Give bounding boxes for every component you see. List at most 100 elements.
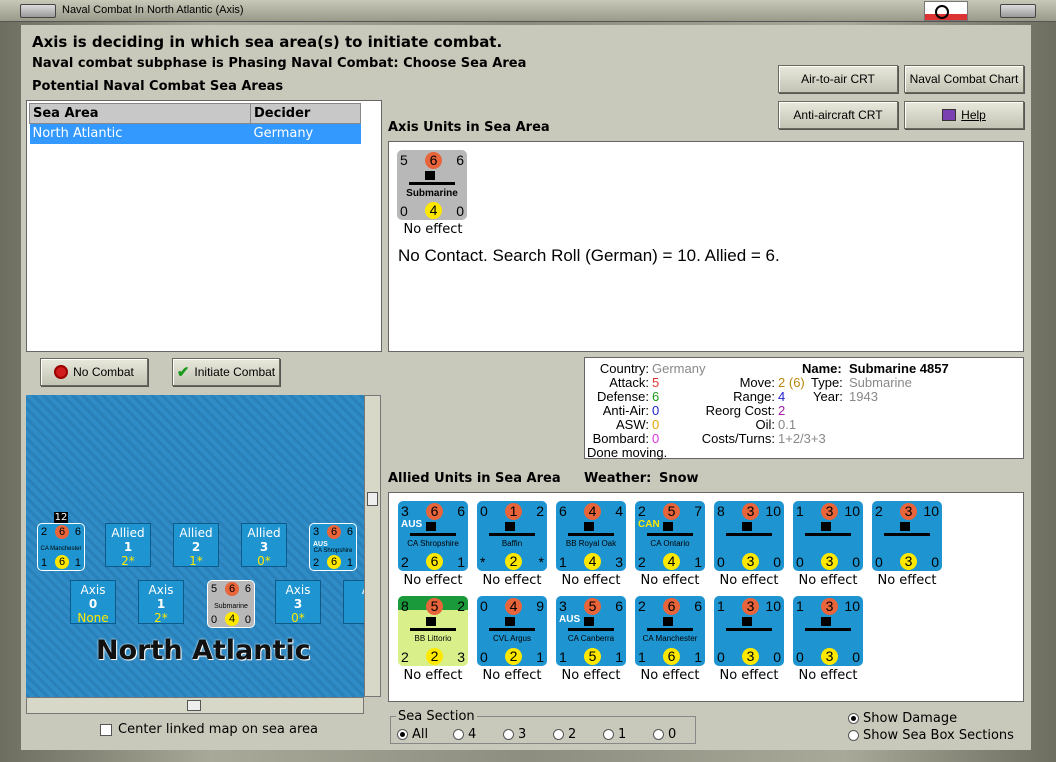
counter-aa: 2 [313, 557, 320, 569]
counter-range: 6 [694, 598, 702, 614]
air-to-air-crt-button[interactable]: Air-to-air CRT [778, 65, 898, 93]
submarine-icon [409, 171, 455, 185]
sea-area-header[interactable]: Sea Area [29, 103, 251, 124]
counter-name: Submarine [406, 188, 458, 199]
allied-box-3[interactable]: Allied 3 0* [241, 523, 287, 568]
counter-asw: 1 [694, 554, 702, 570]
window-menu-button[interactable] [20, 4, 56, 18]
counter-defense: 4 [584, 503, 601, 520]
allied-unit-counter[interactable]: 2 6 6 1 6 1 CA Manchester [635, 596, 705, 666]
naval-combat-chart-button[interactable]: Naval Combat Chart [904, 65, 1024, 93]
map-unit-shropshire[interactable]: 3 6 6 AUS CA Shropshire 2 6 1 [309, 523, 357, 571]
map-horizontal-scrollbar[interactable] [26, 697, 364, 714]
country-value: Germany [652, 361, 706, 376]
counter-range: 6 [456, 152, 464, 168]
sea-section-option[interactable]: 3 [503, 727, 553, 742]
scroll-thumb[interactable] [187, 700, 201, 711]
sea-area-list[interactable]: Sea Area Decider North Atlantic Germany [26, 100, 382, 352]
sea-section-option[interactable]: 4 [453, 727, 503, 742]
allied-unit-counter[interactable]: 2 3 10 0 3 0 [872, 501, 942, 571]
map-unit-manchester[interactable]: 2 6 6 CA Manchester 1 6 1 [37, 523, 85, 571]
map-vertical-scrollbar[interactable] [364, 395, 381, 697]
map-sea-name: North Atlantic [96, 635, 311, 666]
counter-asw: 1 [694, 649, 702, 665]
scroll-thumb[interactable] [367, 492, 378, 506]
defense-value: 6 [652, 389, 660, 404]
sea-section-radio[interactable] [397, 729, 408, 740]
allied-unit-counter[interactable]: 6 4 4 1 4 3 BB Royal Oak [556, 501, 626, 571]
type-label: Type: [811, 375, 843, 390]
sea-section-radio[interactable] [653, 729, 664, 740]
sea-area-cell[interactable]: North Atlantic [29, 123, 251, 144]
show-damage-radio[interactable] [848, 713, 859, 724]
sea-section-option[interactable]: 2 [553, 727, 603, 742]
allied-unit-counter[interactable]: 1 3 10 0 3 0 [714, 596, 784, 666]
counter-defense: 6 [425, 152, 442, 169]
counter-attack: 0 [480, 598, 488, 614]
country-label: Country: [599, 361, 649, 376]
axis-box-0[interactable]: Axis 0 None [70, 580, 116, 625]
title-bar: Naval Combat In North Atlantic (Axis) [0, 0, 1056, 22]
counter-defense: 6 [225, 582, 239, 596]
search-result: No Contact. Search Roll (German) = 10. A… [398, 246, 780, 265]
counter-nationality: AUS [313, 541, 328, 548]
sea-section-radio[interactable] [603, 729, 614, 740]
axis-submarine-counter[interactable]: 5 6 6 Submarine 0 4 0 [397, 150, 467, 220]
sea-section-radio[interactable] [453, 729, 464, 740]
allied-box-2[interactable]: Allied 2 1* [173, 523, 219, 568]
checkbox-box[interactable] [100, 723, 112, 736]
counter-move: 2 [426, 648, 443, 665]
counter-name: Baffin [501, 539, 523, 548]
sea-section-option[interactable]: 0 [653, 727, 703, 742]
counter-name: Submarine [214, 603, 248, 610]
counter-asw: 1 [346, 557, 353, 569]
counter-defense: 3 [742, 503, 759, 520]
counter-attack: 6 [559, 503, 567, 519]
show-sea-box-option[interactable]: Show Sea Box Sections [848, 728, 1014, 743]
center-linked-checkbox[interactable]: Center linked map on sea area [100, 722, 318, 737]
axis-box-3[interactable]: Axis 3 0* [275, 580, 321, 625]
allied-unit-counter[interactable]: 1 3 10 0 3 0 [793, 596, 863, 666]
weather-value: Snow [659, 471, 699, 486]
decider-header[interactable]: Decider [250, 103, 361, 124]
allied-box-1[interactable]: Allied 1 2* [105, 523, 151, 568]
help-button[interactable]: Help [904, 101, 1024, 129]
sea-section-option[interactable]: All [397, 727, 453, 742]
allied-unit-counter[interactable]: 1 3 10 0 3 0 [793, 501, 863, 571]
show-sea-box-radio[interactable] [848, 730, 859, 741]
allied-unit-counter[interactable]: 2 5 7 2 4 1 CAN CA Ontario [635, 501, 705, 571]
axis-units-title: Axis Units in Sea Area [388, 120, 550, 135]
close-button[interactable] [1000, 4, 1036, 18]
allied-unit-counter[interactable]: 8 5 2 2 2 3 BB Littorio [398, 596, 468, 666]
axis-box-4[interactable]: A [343, 580, 364, 624]
allied-unit-counter[interactable]: 3 6 6 2 6 1 AUS CA Shropshire [398, 501, 468, 571]
show-damage-option[interactable]: Show Damage [848, 711, 957, 726]
sea-section-option[interactable]: 1 [603, 727, 653, 742]
antiair-label: Anti-Air: [602, 403, 649, 418]
map-unit-submarine[interactable]: 5 6 6 Submarine 0 4 0 [207, 580, 255, 628]
axis-box-1[interactable]: Axis 1 2* [138, 580, 184, 625]
no-combat-button[interactable]: No Combat [40, 358, 148, 386]
decider-cell[interactable]: Germany [250, 123, 361, 144]
allied-unit-counter[interactable]: 3 5 6 1 5 1 AUS CA Canberra [556, 596, 626, 666]
sea-area-map[interactable]: 1 2 2 6 6 CA Manchester 1 6 1 3 6 6 AUS C… [26, 395, 364, 697]
allied-units-panel: 3 6 6 2 6 1 AUS CA Shropshire No effect 0 1 2 * 2 * Baf… [388, 492, 1024, 702]
counter-asw: 0 [244, 614, 251, 626]
sea-section-radio[interactable] [553, 729, 564, 740]
weather-label: Weather: [584, 471, 652, 486]
counter-defense: 6 [327, 525, 341, 539]
year-label: Year: [813, 389, 843, 404]
counter-range: 6 [74, 526, 81, 538]
allied-unit-counter[interactable]: 0 1 2 * 2 * Baffin [477, 501, 547, 571]
allied-unit-counter[interactable]: 8 3 10 0 3 0 [714, 501, 784, 571]
counter-move: 4 [663, 553, 680, 570]
bombard-value: 0 [652, 431, 660, 446]
counter-attack: 3 [559, 598, 567, 614]
counter-aa: 0 [875, 554, 883, 570]
sea-area-row[interactable]: North Atlantic Germany [29, 123, 361, 144]
initiate-combat-button[interactable]: ✔ Initiate Combat [172, 358, 280, 386]
sea-section-radio[interactable] [503, 729, 514, 740]
allied-unit-counter[interactable]: 0 4 9 0 2 1 CVL Argus [477, 596, 547, 666]
move-label: Move: [739, 375, 775, 390]
anti-aircraft-crt-button[interactable]: Anti-aircraft CRT [778, 101, 898, 129]
